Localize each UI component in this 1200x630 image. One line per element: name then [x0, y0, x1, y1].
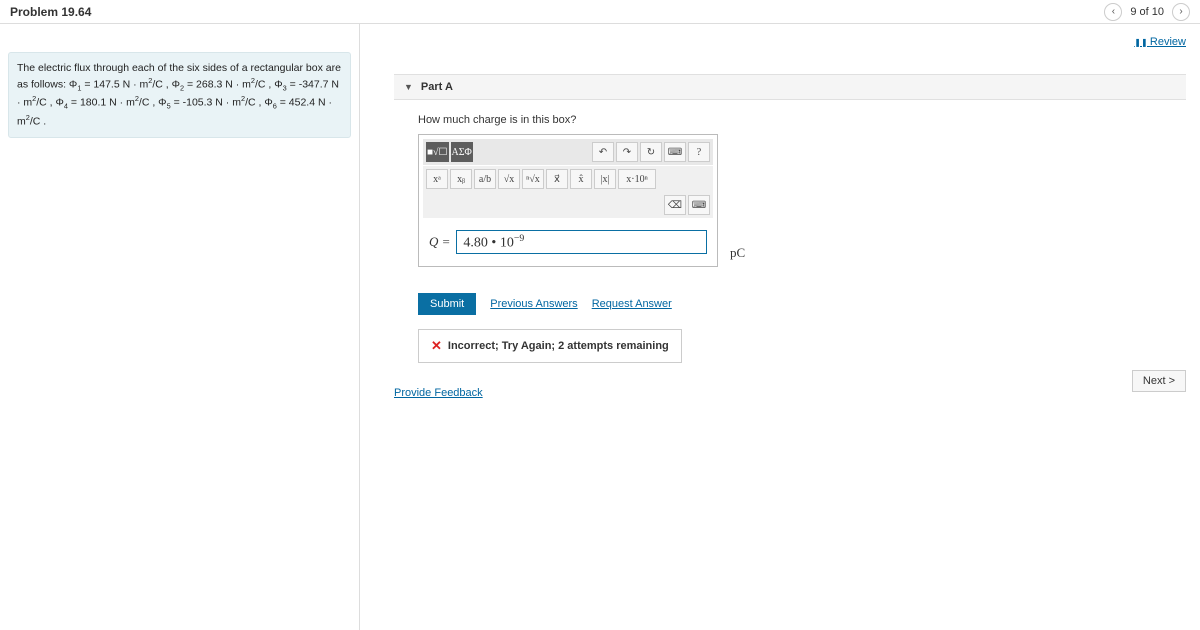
equation-toolbar-secondary: xᵃ xᵦ a/b √x ⁿ√x x⃗ x̂ |x| x·10ⁿ: [423, 166, 713, 192]
problem-statement: The electric flux through each of the si…: [8, 52, 351, 138]
part-a-header[interactable]: ▼ Part A: [394, 74, 1186, 100]
undo-button[interactable]: ↶: [592, 142, 614, 162]
provide-feedback-link[interactable]: Provide Feedback: [394, 387, 1186, 399]
feedback-text: Incorrect; Try Again; 2 attempts remaini…: [448, 340, 669, 352]
page-indicator: 9 of 10: [1130, 6, 1164, 18]
abs-button[interactable]: |x|: [594, 169, 616, 189]
answer-box: ■√☐ ΑΣΦ ↶ ↷ ↻ ⌨ ? xᵃ xᵦ a/b √x: [418, 134, 718, 267]
problem-statement-column: The electric flux through each of the si…: [0, 24, 360, 630]
nroot-button[interactable]: ⁿ√x: [522, 169, 544, 189]
equation-toolbar-tertiary: ⌫ ⌨: [423, 192, 713, 218]
problem-title: Problem 19.64: [10, 5, 91, 19]
help-button[interactable]: ?: [688, 142, 710, 162]
feedback-message: ✕ Incorrect; Try Again; 2 attempts remai…: [418, 329, 682, 363]
part-prompt: How much charge is in this box?: [394, 100, 1186, 134]
superscript-button[interactable]: xᵃ: [426, 169, 448, 189]
main-area: The electric flux through each of the si…: [0, 24, 1200, 630]
greek-button[interactable]: ΑΣΦ: [451, 142, 473, 162]
collapse-caret-icon: ▼: [404, 82, 413, 92]
next-page-button[interactable]: ›: [1172, 3, 1190, 21]
unit-label: pC: [730, 245, 745, 260]
keyboard2-button[interactable]: ⌨: [688, 195, 710, 215]
fraction-button[interactable]: a/b: [474, 169, 496, 189]
review-link[interactable]: Review: [1134, 36, 1186, 48]
vector-button[interactable]: x⃗: [546, 169, 568, 189]
previous-answers-link[interactable]: Previous Answers: [490, 298, 577, 310]
variable-label: Q =: [429, 234, 450, 250]
next-button[interactable]: Next >: [1132, 370, 1186, 392]
templates-button[interactable]: ■√☐: [426, 142, 449, 162]
hat-button[interactable]: x̂: [570, 169, 592, 189]
redo-button[interactable]: ↷: [616, 142, 638, 162]
sqrt-button[interactable]: √x: [498, 169, 520, 189]
submit-button[interactable]: Submit: [418, 293, 476, 315]
request-answer-link[interactable]: Request Answer: [592, 298, 672, 310]
page-nav: ‹ 9 of 10 ›: [1104, 3, 1190, 21]
keyboard-button[interactable]: ⌨: [664, 142, 686, 162]
scientific-button[interactable]: x·10ⁿ: [618, 169, 656, 189]
backspace-button[interactable]: ⌫: [664, 195, 686, 215]
part-label: Part A: [421, 81, 453, 93]
answer-column: Review ▼ Part A How much charge is in th…: [360, 24, 1200, 630]
reset-button[interactable]: ↻: [640, 142, 662, 162]
equation-toolbar-primary: ■√☐ ΑΣΦ ↶ ↷ ↻ ⌨ ?: [423, 139, 713, 165]
subscript-button[interactable]: xᵦ: [450, 169, 472, 189]
answer-input[interactable]: 4.80 • 10−9: [456, 230, 707, 254]
incorrect-icon: ✕: [431, 338, 442, 354]
answer-line: Q = 4.80 • 10−9: [423, 218, 713, 262]
top-bar: Problem 19.64 ‹ 9 of 10 ›: [0, 0, 1200, 24]
prev-page-button[interactable]: ‹: [1104, 3, 1122, 21]
submit-row: Submit Previous Answers Request Answer: [418, 293, 1186, 315]
answer-value: 4.80 • 10−9: [463, 233, 524, 252]
